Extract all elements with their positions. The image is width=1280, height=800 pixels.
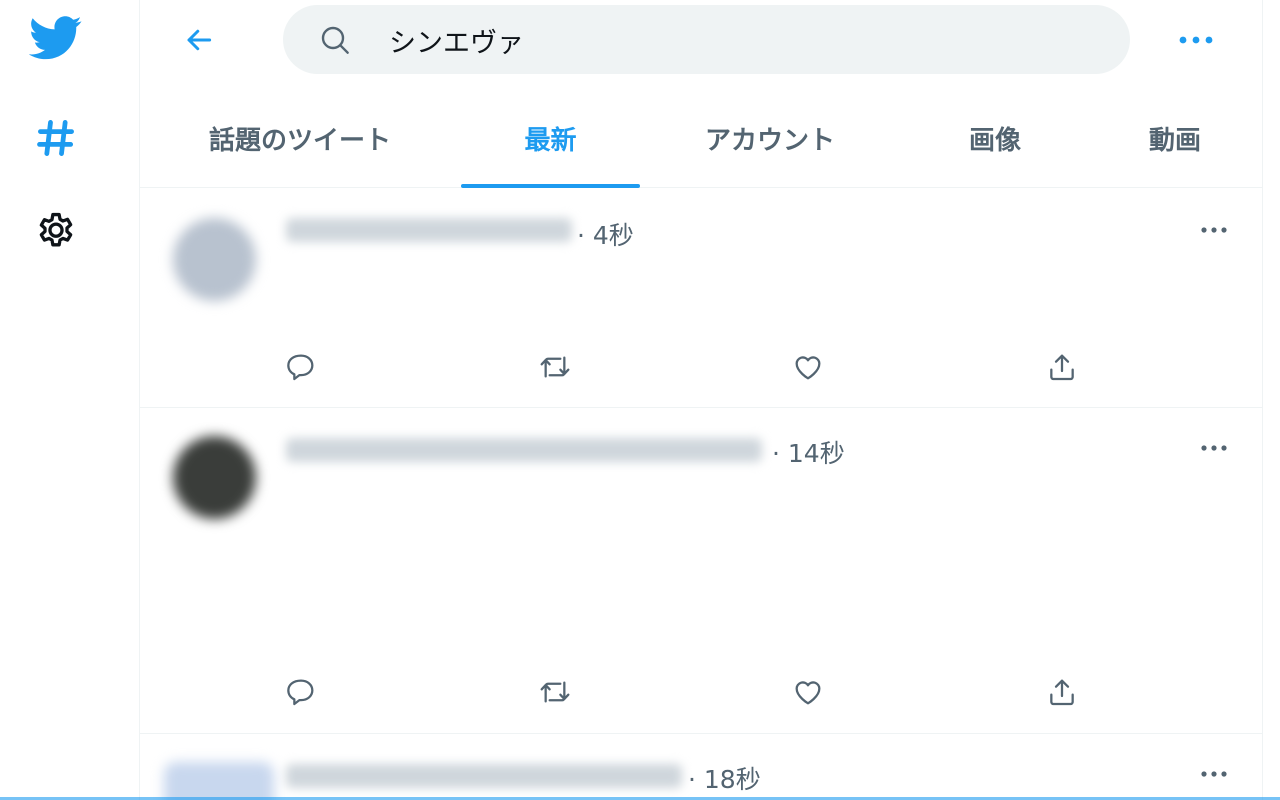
tweet-more-button[interactable] xyxy=(1192,759,1236,789)
like-button[interactable] xyxy=(783,667,833,717)
search-icon xyxy=(321,26,349,54)
explore-button[interactable] xyxy=(26,108,86,168)
retweet-button[interactable] xyxy=(530,342,580,392)
tweet-more-button[interactable] xyxy=(1192,433,1236,463)
tab-photos[interactable]: 画像 xyxy=(940,88,1050,188)
settings-button[interactable] xyxy=(26,202,86,262)
active-tab-indicator xyxy=(461,184,640,188)
share-button[interactable] xyxy=(1037,667,1087,717)
reply-icon xyxy=(287,354,314,381)
back-button[interactable] xyxy=(174,18,224,62)
left-nav-rail xyxy=(0,0,140,800)
more-horizontal-icon xyxy=(1201,771,1227,777)
reply-button[interactable] xyxy=(276,342,326,392)
tweet-timestamp[interactable]: · 18秒 xyxy=(688,760,761,796)
more-horizontal-icon xyxy=(1201,227,1227,233)
tab-videos[interactable]: 動画 xyxy=(1120,88,1230,188)
tweet[interactable]: · 4秒 xyxy=(140,190,1263,408)
reply-button[interactable] xyxy=(276,667,326,717)
retweet-icon xyxy=(540,356,570,378)
like-icon xyxy=(795,356,821,380)
share-icon xyxy=(1050,679,1074,706)
more-horizontal-icon xyxy=(1201,445,1227,451)
avatar[interactable] xyxy=(173,218,256,301)
like-button[interactable] xyxy=(783,342,833,392)
tab-latest[interactable]: 最新 xyxy=(461,88,640,188)
tweet-timestamp[interactable]: · 4秒 xyxy=(577,216,634,252)
tab-people[interactable]: アカウント xyxy=(680,88,860,188)
tweet-timestamp[interactable]: · 14秒 xyxy=(772,434,845,470)
tweet-actions xyxy=(140,342,1263,392)
search-box[interactable] xyxy=(283,5,1130,74)
arrow-left-icon xyxy=(187,29,212,51)
retweet-button[interactable] xyxy=(530,667,580,717)
search-options-button[interactable] xyxy=(1170,22,1222,58)
search-input[interactable] xyxy=(389,20,1089,60)
share-icon xyxy=(1050,354,1074,381)
twitter-logo-button[interactable] xyxy=(26,8,86,68)
search-results-column: 話題のツイート 最新 アカウント 画像 動画 · 4秒 xyxy=(140,0,1263,800)
author-name[interactable] xyxy=(286,218,572,242)
search-tabs: 話題のツイート 最新 アカウント 画像 動画 xyxy=(140,88,1263,188)
hashtag-icon xyxy=(37,120,74,156)
tab-top[interactable]: 話題のツイート xyxy=(180,88,420,188)
like-icon xyxy=(795,681,821,705)
retweet-icon xyxy=(540,681,570,703)
avatar[interactable] xyxy=(173,436,256,519)
search-header xyxy=(140,0,1263,80)
author-name[interactable] xyxy=(286,764,682,788)
more-horizontal-icon xyxy=(1179,36,1213,44)
share-button[interactable] xyxy=(1037,342,1087,392)
avatar[interactable] xyxy=(164,762,274,800)
reply-icon xyxy=(287,679,314,706)
gear-icon xyxy=(39,212,73,247)
tweet-actions xyxy=(140,667,1263,717)
tweet[interactable]: · 14秒 xyxy=(140,408,1263,734)
tweet-more-button[interactable] xyxy=(1192,215,1236,245)
twitter-bird-icon xyxy=(29,16,82,60)
author-name[interactable] xyxy=(286,438,762,462)
tweet[interactable]: · 18秒 xyxy=(140,734,1263,800)
